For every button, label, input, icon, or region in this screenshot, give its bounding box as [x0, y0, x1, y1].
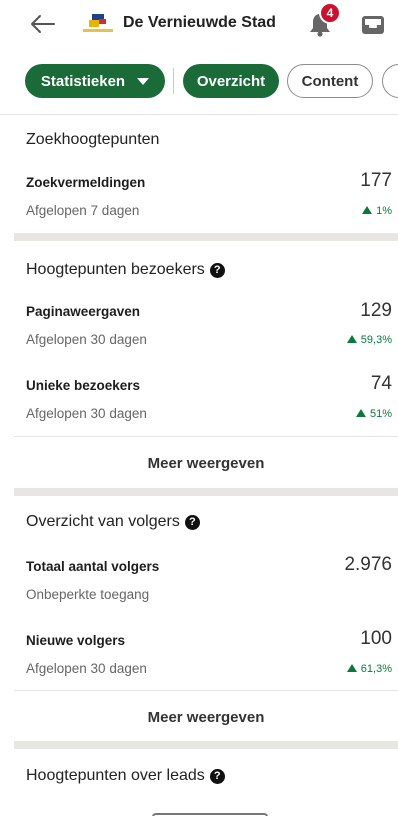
metric-access: Onbeperkte toegang: [26, 587, 150, 602]
company-logo: [83, 14, 113, 32]
metric-label: Totaal aantal volgers: [26, 559, 160, 574]
chevron-down-icon: [137, 77, 150, 85]
section-title-text: Overzicht van volgers: [26, 513, 180, 530]
show-more-followers-button[interactable]: Meer weergeven: [14, 709, 398, 726]
page-title: De Vernieuwde Stad: [123, 14, 276, 31]
tab-overzicht[interactable]: Overzicht: [183, 64, 279, 98]
section-title-text: Hoogtepunten bezoekers: [26, 261, 205, 278]
metric-delta: 51%: [355, 408, 392, 420]
triangle-up-icon: [346, 664, 357, 672]
metric-delta-value: 51%: [369, 408, 392, 420]
divider: [0, 114, 398, 115]
triangle-up-icon: [355, 409, 366, 417]
metric-value: 2.976: [344, 554, 392, 575]
section-separator: [14, 488, 398, 496]
metric-value: 129: [360, 300, 392, 321]
inbox-icon[interactable]: [360, 13, 386, 37]
statistics-dropdown[interactable]: Statistieken: [25, 64, 165, 98]
help-icon[interactable]: ?: [209, 768, 225, 784]
metric-period: Afgelopen 7 dagen: [26, 203, 140, 218]
metric-delta: 1%: [362, 205, 392, 217]
help-icon[interactable]: ?: [184, 514, 200, 530]
section-separator: [14, 233, 398, 241]
section-title-text: Hoogtepunten over leads: [26, 767, 205, 784]
metric-delta: 59,3%: [346, 334, 392, 346]
metric-value: 74: [370, 373, 392, 394]
metric-label: Unieke bezoekers: [26, 378, 141, 393]
tab-content[interactable]: Content: [287, 64, 373, 98]
section-title-search: Zoekhoogtepunten: [26, 131, 159, 149]
metric-delta-value: 61,3%: [360, 663, 392, 675]
help-icon[interactable]: ?: [209, 262, 225, 278]
metric-label: Paginaweergaven: [26, 304, 141, 319]
metric-period: Afgelopen 30 dagen: [26, 661, 147, 676]
metric-label: Zoekvermeldingen: [26, 175, 146, 190]
metric-value: 177: [360, 170, 392, 191]
triangle-up-icon: [362, 206, 373, 214]
section-separator: [14, 741, 398, 749]
statistics-dropdown-label: Statistieken: [40, 72, 126, 90]
metric-period: Afgelopen 30 dagen: [26, 332, 147, 347]
filter-bar: Statistieken Overzicht Content: [0, 64, 398, 100]
section-title-leads: Hoogtepunten over leads ?: [26, 767, 225, 785]
metric-delta-value: 59,3%: [360, 334, 392, 346]
show-more-visitors-button[interactable]: Meer weergeven: [14, 455, 398, 472]
top-app-bar: De Vernieuwde Stad 4: [0, 0, 398, 50]
metric-value: 100: [360, 628, 392, 649]
metric-label: Nieuwe volgers: [26, 633, 126, 648]
section-title-text: Zoekhoogtepunten: [26, 131, 160, 148]
divider: [14, 436, 398, 437]
metric-delta: 61,3%: [346, 663, 392, 675]
divider: [14, 690, 398, 691]
tab-next-partial[interactable]: [382, 64, 398, 98]
section-title-followers: Overzicht van volgers ?: [26, 513, 200, 531]
triangle-up-icon: [346, 335, 357, 343]
metric-delta-value: 1%: [376, 205, 392, 217]
back-arrow-icon[interactable]: [28, 10, 58, 38]
notification-badge: 4: [319, 2, 341, 24]
pill-divider: [173, 68, 174, 94]
section-title-visitors: Hoogtepunten bezoekers ?: [26, 261, 225, 279]
metric-period: Afgelopen 30 dagen: [26, 406, 147, 421]
